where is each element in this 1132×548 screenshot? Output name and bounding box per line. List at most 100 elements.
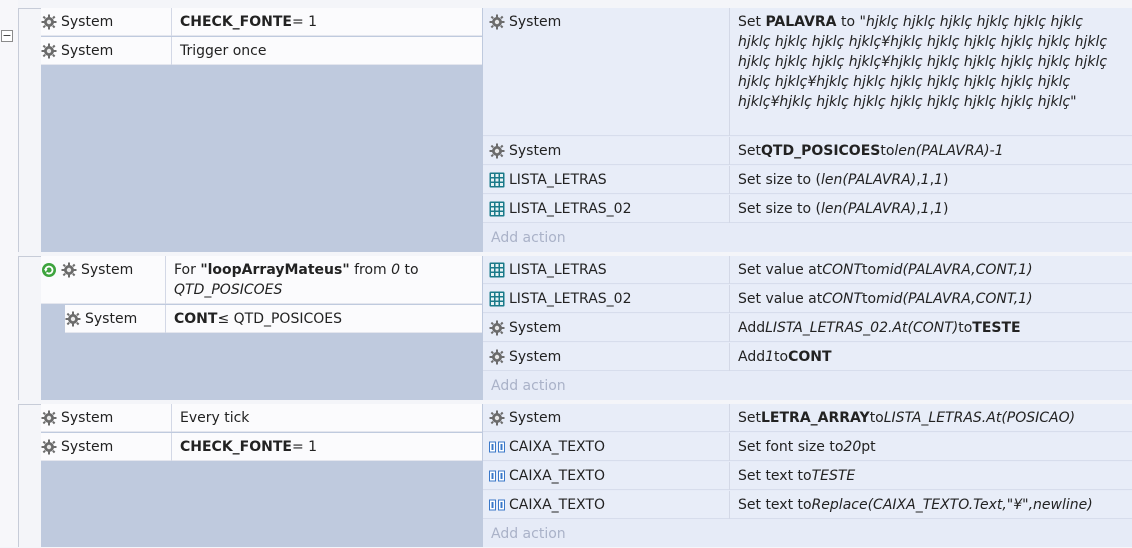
expression-part: to	[869, 410, 884, 426]
collapse-group-button[interactable]: −	[1, 30, 13, 42]
add-action-link[interactable]: Add action	[491, 224, 566, 252]
expression-part: For	[174, 262, 201, 278]
action-object[interactable]: CAIXA_TEXTO	[489, 433, 729, 461]
action-object[interactable]: LISTA_LETRAS	[489, 256, 729, 284]
action-text[interactable]: Set PALAVRA to "hjklç hjklç hjklç hjklç …	[729, 8, 1118, 136]
condition-text[interactable]: For "loopArrayMateus" from 0 to QTD_POSI…	[165, 256, 483, 304]
action-object-name: LISTA_LETRAS_02	[509, 291, 632, 307]
condition-row[interactable]: System Trigger once	[41, 37, 482, 65]
action-object[interactable]: System	[489, 343, 729, 371]
expression-part: LETRA_ARRAY	[761, 410, 870, 426]
action-text[interactable]: Set LETRA_ARRAY to LISTA_LETRAS.At(POSIC…	[729, 404, 1118, 432]
action-row[interactable]: LISTA_LETRAS_02 Set size to (len(PALAVRA)…	[483, 195, 1132, 223]
expression-part: "loopArrayMateus"	[200, 262, 350, 278]
action-text[interactable]: Set size to (len(PALAVRA) , 1, 1)	[729, 166, 1118, 194]
condition-object-name: System	[85, 311, 138, 327]
expression-part: Set text to	[738, 497, 812, 513]
condition-row[interactable]: System CHECK_FONTE = 1	[41, 8, 482, 36]
condition-text[interactable]: Trigger once	[171, 37, 483, 65]
action-object[interactable]: CAIXA_TEXTO	[489, 491, 729, 519]
condition-object-name: System	[61, 439, 114, 455]
condition-row[interactable]: System CHECK_FONTE = 1	[41, 433, 482, 461]
expression-part: CONT	[788, 349, 832, 365]
condition-object[interactable]: System	[41, 256, 165, 284]
action-row[interactable]: System Set PALAVRA to "hjklç hjklç hjklç …	[483, 8, 1132, 136]
condition-object[interactable]: System	[41, 8, 171, 36]
action-row[interactable]: System Add LISTA_LETRAS_02.At(CONT) to TE…	[483, 314, 1132, 342]
action-row[interactable]: System Set LETRA_ARRAY to LISTA_LETRAS.At…	[483, 404, 1132, 432]
expression-part: 1	[920, 201, 930, 217]
expression-part: TESTE	[972, 320, 1021, 336]
action-row[interactable]: System Set QTD_POSICOES to len(PALAVRA)-1	[483, 137, 1132, 165]
action-object[interactable]: System	[489, 137, 729, 165]
action-text[interactable]: Set font size to 20 pt	[729, 433, 1118, 461]
expression-part: Set value at	[738, 262, 823, 278]
text-box-icon	[489, 441, 505, 453]
action-row[interactable]: CAIXA_TEXTO Set text to Replace(CAIXA_TEX…	[483, 491, 1132, 519]
expression-part: Set	[738, 143, 761, 159]
add-action-link[interactable]: Add action	[491, 520, 566, 548]
condition-object[interactable]: System	[65, 305, 165, 333]
condition-text[interactable]: CONT ≤ QTD_POSICOES	[165, 305, 483, 333]
action-object[interactable]: LISTA_LETRAS_02	[489, 195, 729, 223]
action-text[interactable]: Add 1 to CONT	[729, 343, 1118, 371]
expression-part: QTD_POSICOES	[174, 282, 283, 298]
gear-icon	[489, 320, 505, 336]
condition-object[interactable]: System	[41, 433, 171, 461]
array-grid-icon	[489, 291, 505, 307]
action-row[interactable]: System Add 1 to CONT	[483, 343, 1132, 371]
condition-object[interactable]: System	[41, 404, 171, 432]
action-text[interactable]: Set QTD_POSICOES to len(PALAVRA)-1	[729, 137, 1118, 165]
action-row[interactable]: CAIXA_TEXTO Set text to TESTE	[483, 462, 1132, 490]
expression-part: Replace(CAIXA_TEXTO.Text,"¥",newline)	[811, 497, 1093, 513]
expression-part: Set	[738, 14, 766, 30]
action-object[interactable]: System	[489, 314, 729, 342]
action-object[interactable]: System	[489, 8, 729, 36]
gear-icon	[61, 262, 77, 278]
action-text[interactable]: Set size to (len(PALAVRA) , 1, 1)	[729, 195, 1118, 223]
expression-part: 20	[843, 439, 862, 455]
condition-text[interactable]: CHECK_FONTE = 1	[171, 433, 483, 461]
action-text[interactable]: Set value at CONT to mid(PALAVRA,CONT,1)	[729, 285, 1118, 313]
event-sheet-gutter	[0, 0, 18, 547]
action-object[interactable]: System	[489, 404, 729, 432]
action-row[interactable]: CAIXA_TEXTO Set font size to 20 pt	[483, 433, 1132, 461]
condition-row[interactable]: System For "loopArrayMateus" from 0 to QT…	[41, 256, 482, 304]
expression-part: from	[349, 262, 392, 278]
expression-part: len(PALAVRA)	[821, 172, 917, 188]
action-object[interactable]: CAIXA_TEXTO	[489, 462, 729, 490]
action-object[interactable]: LISTA_LETRAS	[489, 166, 729, 194]
expression-part: to	[862, 262, 877, 278]
action-row[interactable]: LISTA_LETRAS Set value at CONT to mid(PAL…	[483, 256, 1132, 284]
action-object-name: CAIXA_TEXTO	[509, 439, 605, 455]
condition-object-name: System	[61, 43, 114, 59]
gear-icon	[489, 14, 505, 30]
expression-part: to	[400, 262, 419, 278]
condition-row[interactable]: System CONT ≤ QTD_POSICOES	[65, 305, 482, 333]
expression-part: Set value at	[738, 291, 823, 307]
condition-row[interactable]: System Every tick	[41, 404, 482, 432]
expression-part: len(PALAVRA)-1	[894, 143, 1004, 159]
condition-text[interactable]: CHECK_FONTE = 1	[171, 8, 483, 36]
expression-part: 1	[920, 172, 930, 188]
action-text[interactable]: Set value at CONT to mid(PALAVRA,CONT,1)	[729, 256, 1118, 284]
condition-object[interactable]: System	[41, 37, 171, 65]
array-grid-icon	[489, 172, 505, 188]
expression-part: to	[880, 143, 895, 159]
action-row[interactable]: LISTA_LETRAS Set size to (len(PALAVRA) , …	[483, 166, 1132, 194]
action-text[interactable]: Set text to Replace(CAIXA_TEXTO.Text,"¥"…	[729, 491, 1118, 519]
action-text[interactable]: Add LISTA_LETRAS_02.At(CONT) to TESTE	[729, 314, 1118, 342]
add-action-link[interactable]: Add action	[491, 372, 566, 400]
action-object[interactable]: LISTA_LETRAS_02	[489, 285, 729, 313]
expression-part: CHECK_FONTE	[180, 439, 292, 455]
action-text[interactable]: Set text to TESTE	[729, 462, 1118, 490]
expression-part: TESTE	[811, 468, 856, 484]
expression-part: Set text to	[738, 468, 812, 484]
expression-part: CONT	[822, 262, 863, 278]
condition-text[interactable]: Every tick	[171, 404, 483, 432]
gear-icon	[41, 43, 57, 59]
expression-part: to	[958, 320, 973, 336]
expression-part: LISTA_LETRAS_02.At(CONT)	[765, 320, 959, 336]
expression-part: CONT	[174, 311, 218, 327]
action-row[interactable]: LISTA_LETRAS_02 Set value at CONT to mid(…	[483, 285, 1132, 313]
